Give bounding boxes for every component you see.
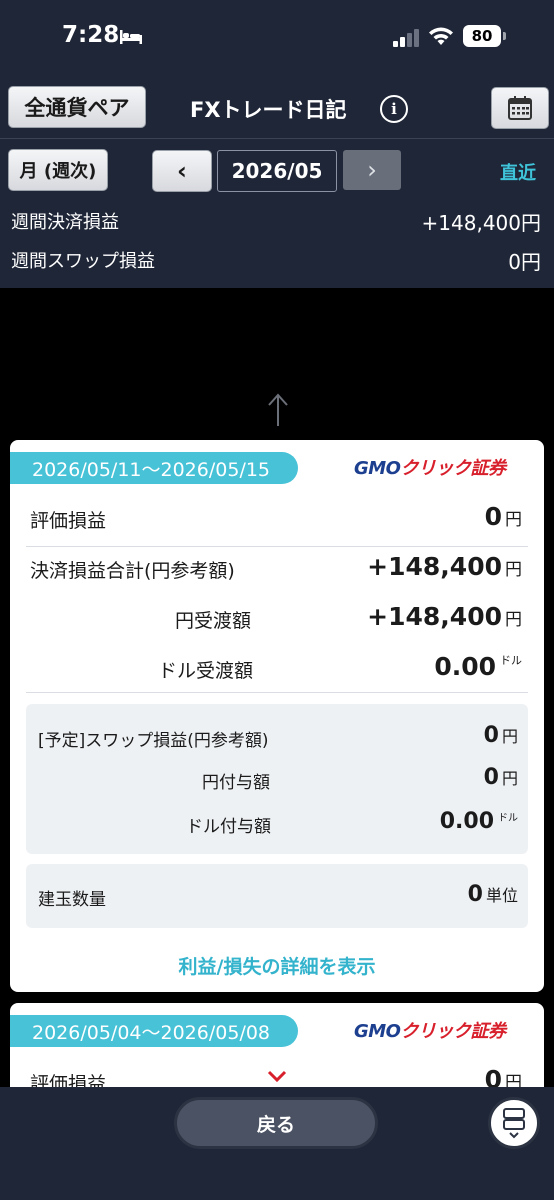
period-tab: 2026/05/04～2026/05/08 — [10, 1015, 298, 1047]
next-period-button[interactable]: › — [343, 150, 401, 190]
header: 全通貨ペア FXトレード日記 i 月 (週次) ‹ 2026/05 › 直近 週… — [0, 76, 554, 288]
menu-button[interactable] — [488, 1097, 540, 1149]
weekly-card[interactable]: 2026/05/11～2026/05/15 GMOクリック証券 評価損益 0円 … — [10, 440, 544, 992]
arrow-up-icon — [268, 393, 288, 426]
swap-panel: [予定]スワップ損益(円参考額) 0円 円付与額 0円 ドル付与額 0.00 ドル — [26, 704, 528, 854]
chevron-down-icon[interactable] — [266, 1069, 288, 1083]
weekly-swap-value: 0円 — [508, 250, 541, 274]
dollar-delivery-value: 0.00 ドル — [434, 652, 522, 681]
weekly-settle-value: +148,400円 — [421, 211, 541, 235]
swap-value: 0円 — [483, 723, 518, 748]
cellular-signal-icon — [393, 28, 421, 47]
page-title: FXトレード日記 — [190, 98, 347, 122]
yen-delivery-label: 円受渡額 — [175, 610, 252, 632]
divider — [26, 546, 528, 547]
settle-total-value: +148,400 円 — [367, 552, 522, 581]
status-time: 7:28 — [62, 22, 120, 48]
weekly-swap-label: 週間スワップ損益 — [11, 251, 155, 272]
menu-icon — [503, 1108, 525, 1139]
position-value: 0 単位 — [467, 882, 518, 907]
battery-icon: 80 — [463, 25, 501, 47]
yen-delivery-value: +148,400 円 — [367, 602, 522, 631]
info-icon[interactable]: i — [380, 95, 408, 123]
header-divider — [0, 138, 554, 139]
dollar-grant-value: 0.00 ドル — [439, 809, 518, 834]
calendar-icon — [508, 96, 532, 120]
yen-grant-value: 0円 — [483, 765, 518, 790]
period-tab: 2026/05/11～2026/05/15 — [10, 452, 298, 484]
chevron-right-icon: › — [367, 156, 377, 184]
status-bar: 7:28 80 — [0, 0, 554, 76]
sleep-bed-icon — [120, 30, 142, 44]
weekly-settle-label: 週間決済損益 — [11, 212, 119, 233]
yen-grant-label: 円付与額 — [202, 773, 270, 793]
dollar-grant-label: ドル付与額 — [186, 817, 271, 837]
gmo-logo: GMOクリック証券 — [354, 1021, 506, 1042]
period-type-button[interactable]: 月 (週次) — [8, 149, 108, 191]
back-button[interactable]: 戻る — [174, 1097, 378, 1149]
gmo-logo: GMOクリック証券 — [354, 458, 506, 479]
wifi-icon — [429, 27, 453, 45]
divider — [26, 692, 528, 693]
dollar-delivery-label: ドル受渡額 — [158, 660, 254, 682]
period-selector[interactable]: 2026/05 — [217, 150, 337, 192]
position-panel: 建玉数量 0 単位 — [26, 864, 528, 928]
swap-label: [予定]スワップ損益(円参考額) — [38, 731, 269, 751]
chevron-left-icon: ‹ — [177, 157, 187, 185]
valuation-label: 評価損益 — [30, 510, 107, 532]
battery-tip — [503, 32, 506, 40]
position-label: 建玉数量 — [38, 890, 106, 910]
currency-pair-button[interactable]: 全通貨ペア — [8, 86, 146, 128]
bottom-bar: 戻る — [0, 1087, 554, 1200]
recent-link[interactable]: 直近 — [500, 159, 536, 185]
valuation-value: 0円 — [484, 502, 522, 531]
show-details-link[interactable]: 利益/損失の詳細を表示 — [10, 952, 544, 979]
settle-total-label: 決済損益合計(円参考額) — [30, 560, 235, 582]
prev-period-button[interactable]: ‹ — [152, 150, 212, 192]
calendar-button[interactable] — [491, 87, 549, 129]
